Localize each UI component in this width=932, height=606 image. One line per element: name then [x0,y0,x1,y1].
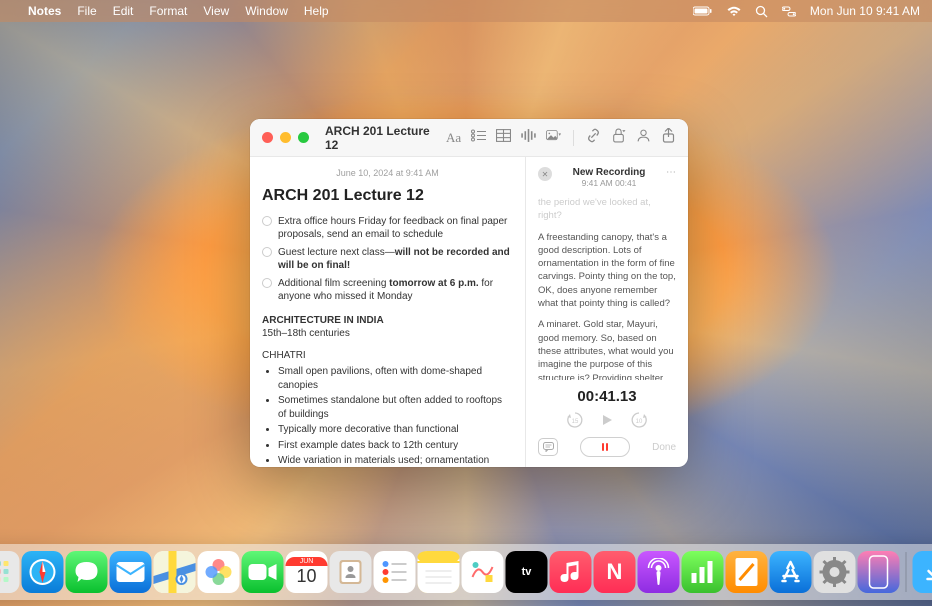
svg-text:10: 10 [636,419,643,425]
transcript[interactable]: the period we've looked at, right? A fre… [538,196,676,380]
control-center-icon[interactable] [782,6,796,17]
topic-heading: CHHATRI [262,349,513,363]
file-menu[interactable]: File [77,4,96,18]
dock-appstore[interactable] [770,551,812,593]
list-item: Typically more decorative than functiona… [278,423,513,437]
checklist-item[interactable]: Extra office hours Friday for feedback o… [262,215,513,242]
dock-settings[interactable] [814,551,856,593]
section-subheading: 15th–18th centuries [262,327,513,341]
dock-news[interactable]: N [594,551,636,593]
checklist-button[interactable] [471,128,486,148]
media-button[interactable] [546,128,561,148]
bullet-list: Small open pavilions, often with dome-sh… [262,365,513,467]
recording-panel: ✕ New Recording 9:41 AM 00:41 ⋯ the peri… [525,157,688,467]
skip-back-button[interactable]: 15 [566,411,584,429]
more-options-button[interactable]: ⋯ [666,167,676,178]
help-menu[interactable]: Help [304,4,329,18]
checkbox-empty-icon[interactable] [262,216,272,226]
dock-tv[interactable]: tv [506,551,548,593]
play-button[interactable] [598,411,616,429]
dock-photos[interactable] [198,551,240,593]
dock-maps[interactable] [154,551,196,593]
format-menu[interactable]: Format [149,4,187,18]
window-titlebar[interactable]: ARCH 201 Lecture 12 Aa [250,119,688,157]
done-button[interactable]: Done [652,442,676,453]
collaborate-button[interactable] [636,128,651,148]
spotlight-icon[interactable] [755,5,768,18]
playback-controls: 15 10 [538,411,676,429]
menubar: Notes File Edit Format View Window Help … [0,0,932,22]
dock-mail[interactable] [110,551,152,593]
dock-safari[interactable] [22,551,64,593]
audio-button[interactable] [521,128,536,148]
window-title: ARCH 201 Lecture 12 [325,124,438,152]
notes-window: ARCH 201 Lecture 12 Aa June 10, 2024 at … [250,119,688,467]
svg-text:15: 15 [572,419,579,425]
recording-panel-title: New Recording [560,167,658,178]
transcript-toggle-button[interactable] [538,438,558,456]
checklist-item[interactable]: Additional film screening tomorrow at 6 … [262,277,513,304]
recording-panel-subtitle: 9:41 AM 00:41 [560,178,658,188]
note-title: ARCH 201 Lecture 12 [262,185,513,207]
window-menu[interactable]: Window [245,4,288,18]
transcript-paragraph: A freestanding canopy, that's a good des… [538,231,676,311]
dock-pages[interactable] [726,551,768,593]
dock: JUN10 tv N [0,544,932,600]
note-body[interactable]: June 10, 2024 at 9:41 AM ARCH 201 Lectur… [250,157,525,467]
clock[interactable]: Mon Jun 10 9:41 AM [810,4,920,18]
format-text-button[interactable]: Aa [446,130,461,145]
close-window-button[interactable] [262,132,273,143]
checklist: Extra office hours Friday for feedback o… [262,215,513,304]
dock-separator [906,552,907,592]
dock-music[interactable] [550,551,592,593]
app-menu[interactable]: Notes [28,4,61,18]
checklist-item[interactable]: Guest lecture next class—will not be rec… [262,246,513,273]
zoom-window-button[interactable] [298,132,309,143]
calendar-month: JUN [286,557,328,566]
recording-timer: 00:41.13 [538,388,676,405]
skip-forward-button[interactable]: 10 [630,411,648,429]
dock-reminders[interactable] [374,551,416,593]
dock-facetime[interactable] [242,551,284,593]
minimize-window-button[interactable] [280,132,291,143]
checkbox-empty-icon[interactable] [262,278,272,288]
dock-iphone-mirroring[interactable] [858,551,900,593]
lock-button[interactable] [611,128,626,148]
dock-calendar[interactable]: JUN10 [286,551,328,593]
pause-recording-button[interactable] [580,437,630,457]
pause-icon [602,443,608,451]
dock-launchpad[interactable] [0,551,20,593]
transcript-line: the period we've looked at, right? [538,196,676,223]
list-item: First example dates back to 12th century [278,439,513,453]
dock-freeform[interactable] [462,551,504,593]
list-item: Small open pavilions, often with dome-sh… [278,365,513,392]
table-button[interactable] [496,128,511,148]
close-panel-button[interactable]: ✕ [538,167,552,181]
dock-notes[interactable] [418,551,460,593]
share-button[interactable] [661,128,676,148]
dock-downloads[interactable] [913,551,932,593]
dock-messages[interactable] [66,551,108,593]
section-heading: ARCHITECTURE IN INDIA [262,314,513,328]
checkbox-empty-icon[interactable] [262,247,272,257]
transcript-paragraph: A minaret. Gold star, Mayuri, good memor… [538,318,676,380]
calendar-day: 10 [296,566,316,587]
list-item: Sometimes standalone but often added to … [278,394,513,421]
view-menu[interactable]: View [203,4,229,18]
dock-podcasts[interactable] [638,551,680,593]
link-button[interactable] [586,128,601,148]
list-item: Wide variation in materials used; orname… [278,454,513,467]
wifi-icon[interactable] [727,6,741,17]
note-timestamp: June 10, 2024 at 9:41 AM [262,167,513,179]
battery-icon[interactable] [693,6,713,16]
dock-contacts[interactable] [330,551,372,593]
edit-menu[interactable]: Edit [113,4,134,18]
dock-numbers[interactable] [682,551,724,593]
